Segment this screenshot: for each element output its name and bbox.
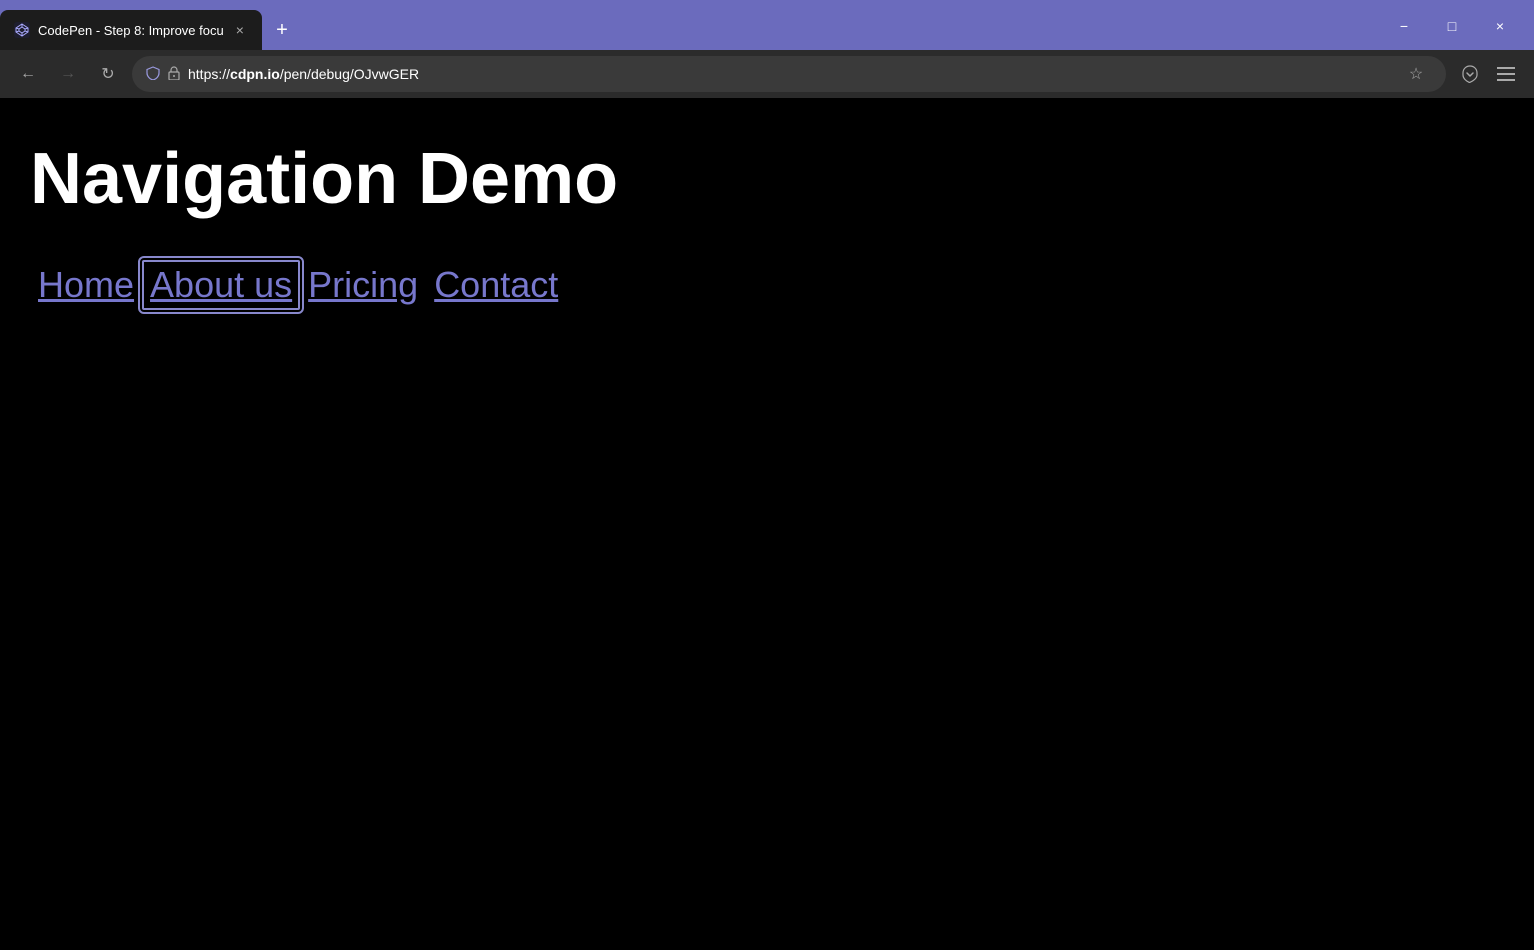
close-button[interactable]: × bbox=[1478, 10, 1522, 42]
navigation-links: Home About us Pricing Contact bbox=[30, 260, 1504, 310]
new-tab-button[interactable]: + bbox=[266, 14, 298, 46]
menu-button[interactable] bbox=[1490, 58, 1522, 90]
web-content: Navigation Demo Home About us Pricing Co… bbox=[0, 98, 1534, 950]
maximize-button[interactable]: □ bbox=[1430, 10, 1474, 42]
refresh-button[interactable]: ↻ bbox=[92, 58, 124, 90]
window-controls: − □ × bbox=[1370, 10, 1534, 50]
pocket-button[interactable] bbox=[1454, 58, 1486, 90]
back-button[interactable]: ← bbox=[12, 58, 44, 90]
nav-link-pricing[interactable]: Pricing bbox=[300, 260, 426, 310]
nav-link-home[interactable]: Home bbox=[30, 260, 142, 310]
page-title: Navigation Demo bbox=[30, 138, 1504, 220]
security-icon bbox=[146, 66, 160, 83]
browser-chrome: CodePen - Step 8: Improve focu × + − □ ×… bbox=[0, 0, 1534, 98]
address-text: https://cdpn.io/pen/debug/OJvwGER bbox=[188, 66, 1392, 82]
tab-favicon bbox=[14, 22, 30, 38]
nav-link-about[interactable]: About us bbox=[142, 260, 300, 310]
tab-title: CodePen - Step 8: Improve focu bbox=[38, 23, 224, 38]
active-tab[interactable]: CodePen - Step 8: Improve focu × bbox=[0, 10, 262, 50]
nav-right-icons bbox=[1454, 58, 1522, 90]
tab-bar: CodePen - Step 8: Improve focu × + − □ × bbox=[0, 0, 1534, 50]
forward-button[interactable]: → bbox=[52, 58, 84, 90]
minimize-button[interactable]: − bbox=[1382, 10, 1426, 42]
bookmark-button[interactable]: ☆ bbox=[1400, 58, 1432, 90]
tab-close-button[interactable]: × bbox=[232, 20, 248, 40]
address-bar[interactable]: https://cdpn.io/pen/debug/OJvwGER ☆ bbox=[132, 56, 1446, 92]
nav-link-contact[interactable]: Contact bbox=[426, 260, 566, 310]
lock-icon bbox=[168, 66, 180, 83]
nav-bar: ← → ↻ https://cdpn.io/pen/debug/OJvwGER … bbox=[0, 50, 1534, 98]
